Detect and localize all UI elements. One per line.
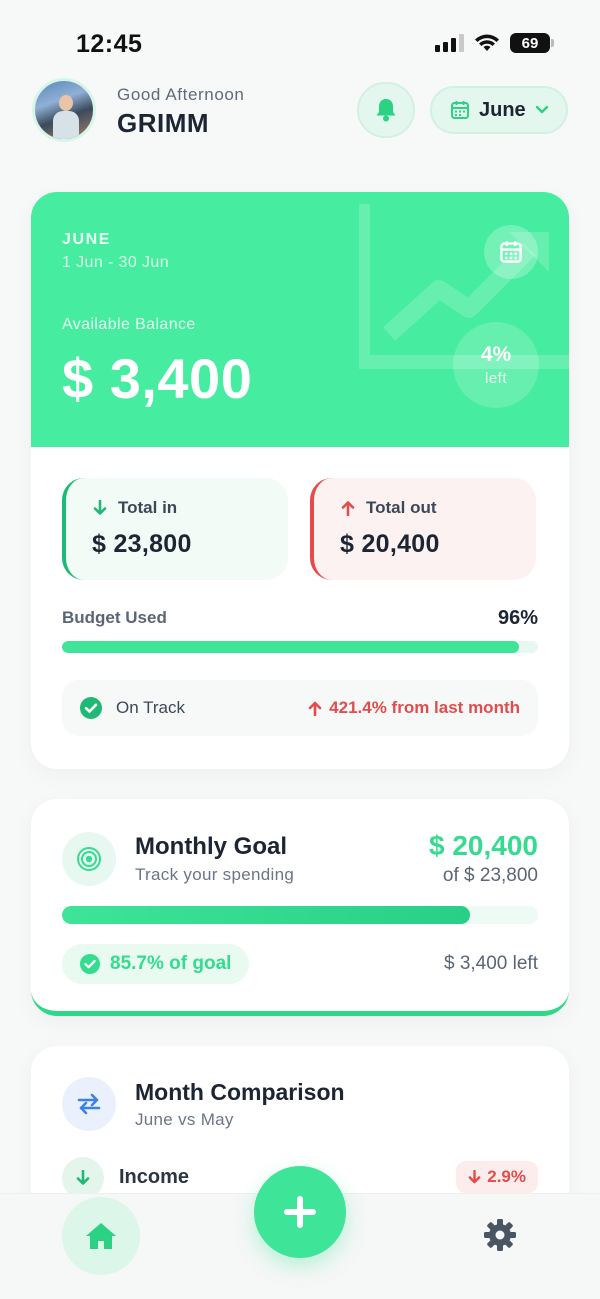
goal-percent-text: 85.7% of goal (110, 953, 232, 974)
balance-left-indicator: 4% left (453, 322, 539, 408)
available-balance-label: Available Balance (62, 316, 196, 333)
balance-left-percent: 4% (480, 343, 512, 366)
swap-icon (62, 1077, 116, 1131)
add-transaction-button[interactable] (254, 1166, 346, 1258)
budget-used-label: Budget Used (62, 608, 167, 627)
comparison-title: Month Comparison (135, 1079, 345, 1105)
status-time: 12:45 (76, 30, 143, 58)
goal-percent-badge: 85.7% of goal (62, 944, 250, 984)
arrow-up-icon (341, 501, 355, 516)
total-out-box: Total out $ 20,400 (310, 478, 536, 580)
arrow-up-icon (308, 701, 322, 716)
budget-progress-fill (62, 641, 519, 653)
signal-icon (435, 34, 464, 52)
month-selector-label: June (479, 98, 526, 121)
arrow-down-icon (93, 500, 107, 515)
on-track-status: On Track (116, 698, 185, 717)
total-in-label: Total in (118, 498, 178, 517)
total-in-box: Total in $ 23,800 (62, 478, 288, 580)
goal-subtitle: Track your spending (135, 865, 295, 884)
calendar-icon (500, 241, 522, 263)
wifi-icon (474, 33, 500, 53)
username: GRIMM (117, 108, 210, 138)
income-change-text: 2.9% (487, 1167, 526, 1186)
balance-card: JUNE 1 Jun - 30 Jun Available Balance $ … (31, 192, 569, 769)
status-icons: 69 (435, 33, 554, 53)
goal-progress-bar (62, 906, 538, 924)
greeting-text: Good Afternoon (117, 85, 245, 104)
total-out-amount: $ 20,400 (340, 530, 440, 558)
notifications-button[interactable] (357, 82, 415, 138)
period-calendar-button[interactable] (484, 225, 538, 279)
goal-remaining-text: $ 3,400 left (443, 953, 538, 974)
home-button[interactable] (62, 1197, 140, 1275)
goal-spent-amount: $ 20,400 (429, 830, 538, 861)
status-bar: 12:45 69 (0, 0, 600, 70)
period-month: JUNE (62, 231, 112, 248)
income-change-badge: 2.9% (456, 1161, 538, 1193)
battery-icon: 69 (510, 33, 554, 53)
budget-used-percent: 96% (497, 607, 538, 629)
target-icon (62, 832, 116, 886)
balance-hero: JUNE 1 Jun - 30 Jun Available Balance $ … (31, 192, 569, 447)
plus-icon (284, 1196, 316, 1228)
monthly-goal-card[interactable]: Monthly Goal Track your spending $ 20,40… (31, 799, 569, 1016)
balance-left-label: left (484, 370, 507, 387)
total-in-amount: $ 23,800 (92, 530, 192, 558)
check-circle-icon (80, 697, 102, 719)
available-balance-amount: $ 3,400 (62, 347, 253, 410)
calendar-icon (451, 101, 469, 119)
bell-icon (376, 99, 396, 122)
chevron-down-icon (535, 105, 548, 114)
goal-total-amount: of $ 23,800 (442, 865, 538, 886)
arrow-down-icon (468, 1170, 481, 1184)
period-range: 1 Jun - 30 Jun (62, 254, 169, 271)
budget-status-row: On Track 421.4% from last month (62, 680, 538, 736)
avatar[interactable] (32, 78, 96, 142)
gear-icon (484, 1219, 516, 1251)
total-out-label: Total out (366, 498, 437, 517)
comparison-subtitle: June vs May (135, 1110, 234, 1129)
monthly-change-text: 421.4% from last month (329, 698, 520, 717)
settings-button[interactable] (470, 1205, 530, 1265)
goal-progress-fill (62, 906, 470, 924)
goal-title: Monthly Goal (135, 833, 287, 860)
month-selector[interactable]: June (430, 86, 568, 134)
check-circle-icon (80, 954, 100, 974)
income-label: Income (119, 1166, 190, 1188)
home-icon (86, 1223, 116, 1249)
budget-progress-bar (62, 641, 538, 653)
